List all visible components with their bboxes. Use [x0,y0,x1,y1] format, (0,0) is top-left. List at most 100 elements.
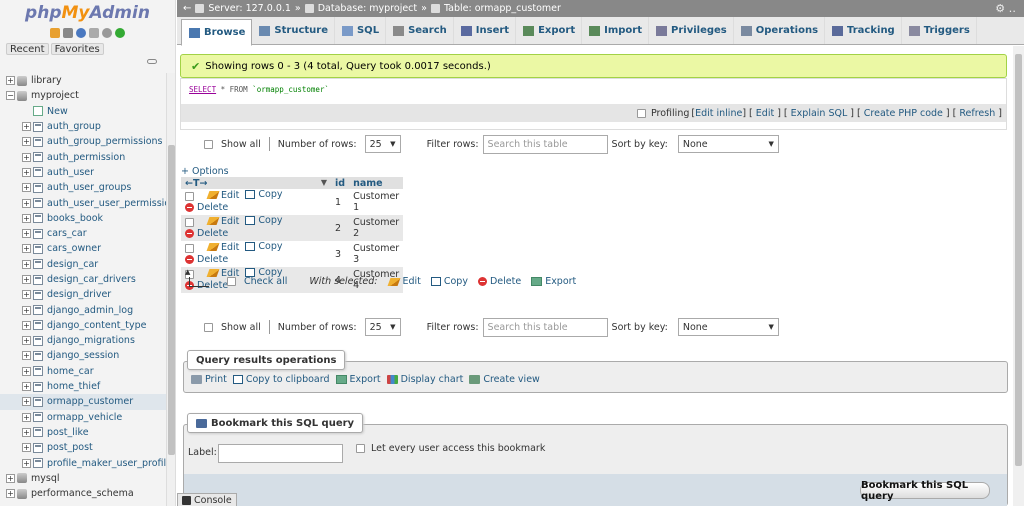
expand-icon[interactable]: + [22,183,31,193]
show-all-checkbox[interactable] [204,139,213,149]
expand-icon[interactable]: + [22,259,31,269]
expand-icon[interactable]: + [22,167,31,177]
check-all-label[interactable]: Check all [244,276,287,287]
logout-icon[interactable] [63,28,73,38]
tree-item-label[interactable]: myproject [31,90,79,101]
cell-id[interactable]: 1 [331,189,350,215]
tree-item[interactable]: + ormapp_customer [0,394,166,410]
tree-item[interactable]: + auth_permission [0,149,166,164]
console-tab[interactable]: Console [177,493,237,506]
tree-item[interactable]: + library [0,73,166,88]
tree-item-label[interactable]: cars_owner [47,243,101,254]
settings-icon[interactable] [102,28,112,38]
tree-item[interactable]: + design_car_drivers [0,272,166,287]
tree-item[interactable]: + cars_owner [0,241,166,256]
sql-query-text[interactable]: SELECT * FROM `ormapp_customer` [189,85,329,94]
tree-item-label[interactable]: django_migrations [47,335,135,346]
sort-by-key-select[interactable]: None ▼ [677,135,779,153]
expand-icon[interactable]: + [22,458,31,468]
tree-item[interactable]: New [0,104,166,119]
tab-operations[interactable]: Operations [734,17,826,44]
tree-item-label[interactable]: New [47,106,68,117]
tree-item[interactable]: + design_driver [0,287,166,302]
options-link[interactable]: + Options [181,166,229,177]
tree-item[interactable]: + auth_user [0,165,166,180]
row-delete-button[interactable]: Delete [185,254,228,265]
home-icon[interactable] [50,28,60,38]
expand-icon[interactable]: + [22,244,31,254]
filter-rows-input[interactable]: Search this table [482,317,608,337]
sql-keyword[interactable]: SELECT [189,85,216,94]
num-rows-select[interactable]: 25 ▼ [364,318,401,336]
table-row[interactable]: Edit Copy Delete 3 Customer 3 [181,241,404,267]
collapse-arrow-icon[interactable]: ← [183,3,191,14]
tree-item[interactable]: + home_car [0,364,166,379]
expand-icon[interactable]: + [22,397,31,407]
filter-rows-input[interactable]: Search this table [482,134,608,154]
tab-export[interactable]: Export [516,17,583,44]
tree-item[interactable]: + django_admin_log [0,302,166,317]
edit-inline-link[interactable]: Edit inline [695,108,742,119]
cell-name[interactable]: Customer 3 [349,241,404,267]
table-row[interactable]: Edit Copy Delete 2 Customer 2 [181,215,404,241]
tree-item-label[interactable]: design_car_drivers [47,274,136,285]
gear-icon[interactable]: ⚙ [995,2,1005,15]
tree-item[interactable]: + mysql [0,471,166,486]
row-checkbox[interactable] [185,244,194,253]
profiling-checkbox[interactable] [636,108,646,118]
expand-icon[interactable]: + [22,443,31,453]
help-icon[interactable] [76,28,86,38]
create-view-link[interactable]: Create view [469,374,540,385]
tree-item-label[interactable]: django_session [47,350,119,361]
expand-icon[interactable]: + [22,366,31,376]
tree-item-label[interactable]: books_book [47,213,103,224]
tree-item-label[interactable]: ormapp_customer [47,396,133,407]
row-edit-button[interactable]: Edit [206,216,239,227]
tree-item-label[interactable]: django_content_type [47,320,146,331]
tree-item[interactable]: + design_car [0,257,166,272]
tree-item-label[interactable]: cars_car [47,228,87,239]
tree-item[interactable]: + auth_user_user_permissions [0,195,175,210]
tree-item[interactable]: + post_like [0,425,166,440]
sort-by-key-select[interactable]: None ▼ [677,318,779,336]
bulk-edit-button[interactable]: Edit [387,276,421,287]
check-all-checkbox[interactable] [227,277,236,286]
expand-icon[interactable]: + [22,213,31,223]
column-resize-arrows[interactable]: ←T→ ▼ [181,177,331,189]
tree-item-label[interactable]: auth_user_user_permissions [47,198,175,209]
tab-browse[interactable]: Browse [181,19,253,46]
expand-icon[interactable]: + [22,427,31,437]
tab-privileges[interactable]: Privileges [649,17,734,44]
tree-item[interactable]: + auth_group [0,119,166,134]
table-row[interactable]: Edit Copy Delete 1 Customer 1 [181,189,404,215]
tree-item-label[interactable]: auth_user_groups [47,182,131,193]
print-link[interactable]: Print [191,374,227,385]
row-copy-button[interactable]: Copy [245,215,283,226]
row-copy-button[interactable]: Copy [245,241,283,252]
phpmyadmin-logo[interactable]: phpMyAdmin [0,0,175,28]
num-rows-select[interactable]: 25 ▼ [364,135,401,153]
tree-item-label[interactable]: design_car [47,259,98,270]
main-scroll-thumb[interactable] [1015,54,1022,466]
expand-icon[interactable]: + [22,320,31,330]
tab-import[interactable]: Import [582,17,649,44]
tree-item-label[interactable]: auth_group_permissions [47,136,163,147]
docs-icon[interactable] [89,28,99,38]
expand-icon[interactable]: + [22,382,31,392]
tree-item-label[interactable]: home_car [47,366,94,377]
expand-icon[interactable]: + [6,76,15,86]
tree-item[interactable]: + home_thief [0,379,166,394]
expand-icon[interactable]: + [22,290,31,300]
tree-item-label[interactable]: performance_schema [31,488,134,499]
tree-item[interactable]: + cars_car [0,226,166,241]
expand-icon[interactable]: + [22,137,31,147]
column-header-id[interactable]: id [331,177,350,189]
recent-tab[interactable]: Recent [6,43,49,55]
breadcrumb-table[interactable]: Table: ormapp_customer [444,3,561,14]
tree-item[interactable]: + django_migrations [0,333,166,348]
tree-item[interactable]: + performance_schema [0,486,166,501]
tree-item-label[interactable]: auth_group [47,121,101,132]
cell-name[interactable]: Customer 1 [349,189,404,215]
minimize-icon[interactable]: ‥ [1009,2,1016,15]
row-checkbox[interactable] [185,192,194,201]
